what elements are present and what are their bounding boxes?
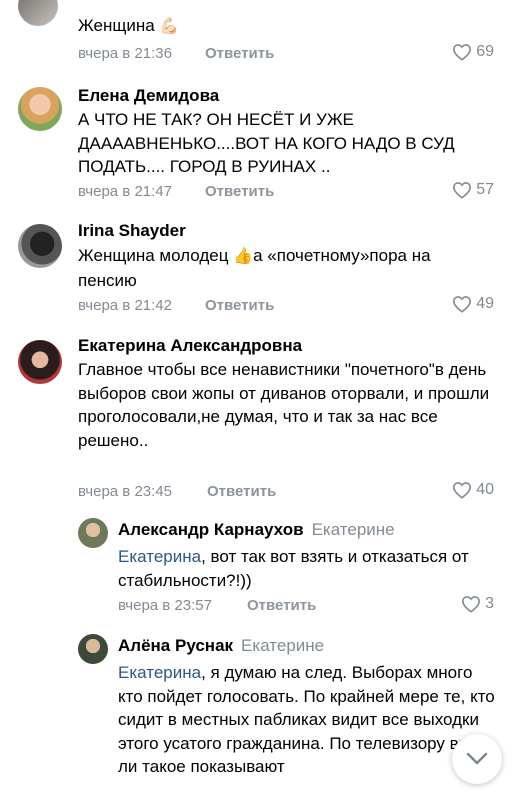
like-button[interactable]: 57: [452, 181, 494, 199]
reply-to-label[interactable]: Екатерине: [241, 636, 324, 655]
reply-button[interactable]: Ответить: [205, 183, 274, 200]
comment-author[interactable]: Екатерина Александровна: [78, 336, 302, 356]
comment-date: вчера в 23:57: [118, 597, 212, 614]
heart-outline-icon: [462, 596, 481, 613]
avatar[interactable]: [18, 0, 58, 26]
comment-text: А ЧТО НЕ ТАК? ОН НЕСЁТ И УЖЕ ДААААВНЕНЬК…: [78, 110, 455, 176]
comment-text: Женщина 💪🏻: [78, 14, 179, 39]
mention-link[interactable]: Екатерина: [118, 547, 201, 566]
reply-button[interactable]: Ответить: [205, 297, 274, 314]
comment-date: вчера в 21:47: [78, 183, 172, 200]
like-button[interactable]: 69: [452, 43, 494, 61]
avatar[interactable]: [18, 224, 62, 268]
comment-text: Екатерина, я думаю на след. Выборах мног…: [118, 663, 495, 776]
like-count: 40: [476, 481, 494, 498]
like-count: 49: [476, 295, 494, 312]
reply-button[interactable]: Ответить: [247, 597, 316, 614]
comment-author[interactable]: Александр Карнаухов Екатерине: [118, 520, 395, 540]
like-count: 3: [485, 595, 494, 612]
comment-text: Главное чтобы все ненавистники "почетног…: [78, 360, 490, 450]
like-button[interactable]: 49: [452, 295, 494, 313]
heart-outline-icon: [453, 296, 472, 313]
comment-date: вчера в 21:42: [78, 297, 172, 314]
scroll-down-button[interactable]: [452, 734, 502, 784]
like-button[interactable]: 40: [452, 481, 494, 499]
heart-outline-icon: [453, 182, 472, 199]
avatar[interactable]: [18, 340, 62, 384]
flexed-arm-emoji-icon: 💪🏻: [159, 18, 180, 35]
comment-author[interactable]: Елена Демидова: [78, 86, 219, 106]
like-count: 69: [476, 43, 494, 60]
avatar[interactable]: [78, 518, 108, 548]
comment-author[interactable]: Irina Shayder: [78, 221, 186, 241]
like-count: 57: [476, 181, 494, 198]
chevron-down-icon: [466, 752, 488, 765]
comment-date: вчера в 23:45: [78, 483, 172, 500]
comment-date: вчера в 21:36: [78, 45, 172, 62]
reply-to-label[interactable]: Екатерине: [312, 520, 395, 539]
comment-text: Женщина молодец 👍а «почетному»пора на пе…: [78, 246, 431, 290]
comment-text: Екатерина, вот так вот взять и отказатьс…: [118, 547, 469, 590]
comment-author[interactable]: Алёна Руснак Екатерине: [118, 636, 324, 656]
heart-outline-icon: [453, 482, 472, 499]
avatar[interactable]: [78, 634, 108, 664]
heart-outline-icon: [453, 44, 472, 61]
reply-button[interactable]: Ответить: [205, 45, 274, 62]
like-button[interactable]: 3: [461, 595, 494, 613]
reply-button[interactable]: Ответить: [207, 483, 276, 500]
mention-link[interactable]: Екатерина: [118, 663, 201, 682]
thumbs-up-emoji-icon: 👍: [233, 248, 254, 265]
avatar[interactable]: [18, 87, 62, 131]
